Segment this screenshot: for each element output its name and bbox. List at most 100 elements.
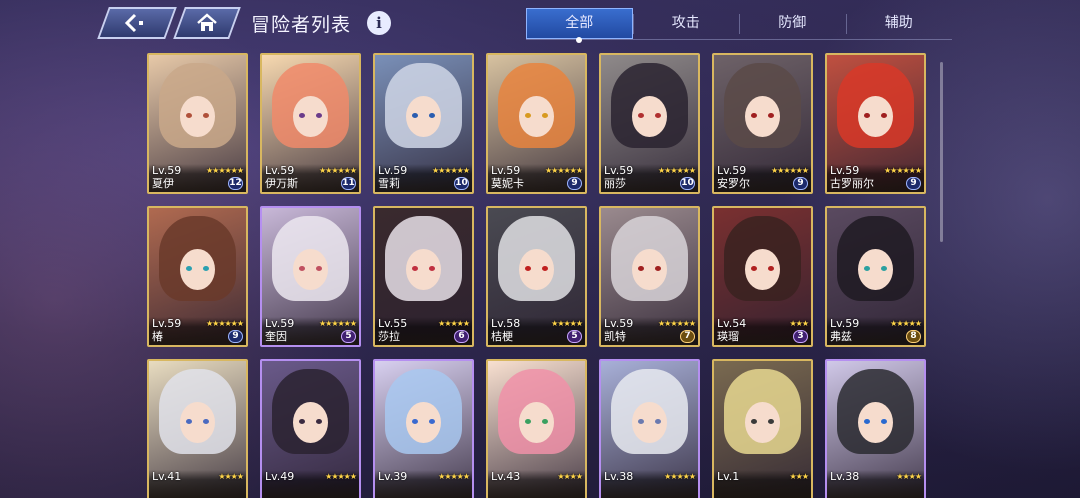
adventurer-card[interactable]: Lv.59 ★★★★★★ 古罗丽尔 9 bbox=[825, 53, 926, 194]
star-rating: ★★★★★★ bbox=[657, 319, 696, 328]
home-icon bbox=[197, 13, 217, 31]
portrait-eye bbox=[768, 418, 775, 424]
star-rating: ★★★★★★ bbox=[657, 166, 696, 175]
character-name: 椿 bbox=[152, 330, 163, 343]
portrait-eye bbox=[750, 265, 757, 271]
portrait-eye bbox=[750, 418, 757, 424]
info-icon[interactable]: i bbox=[367, 11, 392, 35]
portrait-eye bbox=[298, 418, 305, 424]
home-button[interactable] bbox=[173, 7, 241, 39]
star-rating: ★★★★ bbox=[557, 472, 583, 481]
tab-attack[interactable]: 攻击 bbox=[632, 8, 740, 39]
adventurer-card[interactable]: Lv.39 ★★★★★ bbox=[373, 359, 474, 498]
portrait-eye bbox=[316, 418, 323, 424]
character-name: 弗兹 bbox=[830, 330, 852, 343]
portrait-eye bbox=[203, 265, 210, 271]
adventurer-card[interactable]: Lv.43 ★★★★ bbox=[486, 359, 587, 498]
star-rating: ★★★★★★ bbox=[318, 319, 357, 328]
back-button[interactable] bbox=[97, 7, 177, 39]
star-rating: ★★★★★ bbox=[325, 472, 357, 481]
adventurer-card[interactable]: Lv.58 ★★★★★ 桔梗 5 bbox=[486, 206, 587, 347]
adventurer-card[interactable]: Lv.59 ★★★★★★ 丽莎 10 bbox=[599, 53, 700, 194]
tab-defense[interactable]: 防御 bbox=[739, 8, 846, 39]
rank-badge: 11 bbox=[341, 177, 356, 190]
adventurer-card[interactable]: Lv.59 ★★★★★ 弗兹 8 bbox=[825, 206, 926, 347]
adventurer-card[interactable]: Lv.38 ★★★★★ bbox=[599, 359, 700, 498]
rank-badge: 3 bbox=[793, 330, 808, 343]
portrait-eye bbox=[411, 112, 418, 118]
portrait-face bbox=[632, 96, 667, 138]
portrait-eye bbox=[203, 112, 210, 118]
adventurer-card[interactable]: Lv.41 ★★★★ bbox=[147, 359, 248, 498]
adventurer-card[interactable]: Lv.55 ★★★★★ 莎拉 6 bbox=[373, 206, 474, 347]
portrait-eye bbox=[185, 418, 192, 424]
portrait-eye bbox=[881, 112, 888, 118]
star-rating: ★★★★★ bbox=[438, 472, 470, 481]
portrait-eye bbox=[542, 418, 549, 424]
star-rating: ★★★★ bbox=[896, 472, 922, 481]
tab-all[interactable]: 全部 bbox=[526, 8, 633, 43]
star-rating: ★★★★★ bbox=[890, 319, 922, 328]
portrait-eye bbox=[316, 265, 323, 271]
tab-support[interactable]: 辅助 bbox=[845, 8, 953, 39]
adventurer-card[interactable]: Lv.1 ★★★ bbox=[712, 359, 813, 498]
rank-badge: 5 bbox=[567, 330, 582, 343]
portrait-eye bbox=[655, 112, 662, 118]
portrait-eye bbox=[637, 418, 644, 424]
character-name: 桔梗 bbox=[491, 330, 513, 343]
star-rating: ★★★★★★ bbox=[544, 166, 583, 175]
adventurer-card[interactable]: Lv.59 ★★★★★★ 椿 9 bbox=[147, 206, 248, 347]
rank-badge: 10 bbox=[680, 177, 695, 190]
portrait-eye bbox=[524, 418, 531, 424]
level-label: Lv.38 bbox=[830, 470, 860, 483]
level-label: Lv.41 bbox=[152, 470, 182, 483]
star-rating: ★★★★★ bbox=[551, 319, 583, 328]
adventurer-card[interactable]: Lv.59 ★★★★★★ 奎因 5 bbox=[260, 206, 361, 347]
star-rating: ★★★★★★ bbox=[318, 166, 357, 175]
rank-badge: 5 bbox=[341, 330, 356, 343]
portrait-face bbox=[745, 249, 780, 291]
portrait-eye bbox=[768, 265, 775, 271]
adventurer-card[interactable]: Lv.59 ★★★★★★ 莫妮卡 9 bbox=[486, 53, 587, 194]
portrait-eye bbox=[542, 265, 549, 271]
star-rating: ★★★★★★ bbox=[770, 166, 809, 175]
portrait-eye bbox=[298, 265, 305, 271]
scrollbar[interactable] bbox=[940, 62, 943, 242]
adventurer-card[interactable]: Lv.59 ★★★★★★ 安罗尔 9 bbox=[712, 53, 813, 194]
adventurer-card[interactable]: Lv.54 ★★★ 瑛瑠 3 bbox=[712, 206, 813, 347]
adventurer-card[interactable]: Lv.38 ★★★★ bbox=[825, 359, 926, 498]
adventurer-card[interactable]: Lv.59 ★★★★★★ 雪莉 10 bbox=[373, 53, 474, 194]
portrait-face bbox=[519, 96, 554, 138]
star-rating: ★★★★★★ bbox=[883, 166, 922, 175]
portrait-eye bbox=[881, 418, 888, 424]
star-rating: ★★★★★ bbox=[438, 319, 470, 328]
portrait-eye bbox=[524, 265, 531, 271]
portrait-eye bbox=[316, 112, 323, 118]
portrait-eye bbox=[863, 112, 870, 118]
portrait-face bbox=[180, 249, 215, 291]
portrait-eye bbox=[411, 265, 418, 271]
back-arrow-icon bbox=[124, 13, 143, 33]
rank-badge: 10 bbox=[454, 177, 469, 190]
portrait-eye bbox=[185, 112, 192, 118]
rank-badge: 8 bbox=[906, 330, 921, 343]
level-label: Lv.1 bbox=[717, 470, 740, 483]
adventurer-card[interactable]: Lv.59 ★★★★★★ 凯特 7 bbox=[599, 206, 700, 347]
star-rating: ★★★ bbox=[789, 472, 808, 481]
portrait-eye bbox=[203, 418, 210, 424]
portrait-eye bbox=[411, 418, 418, 424]
adventurer-card[interactable]: Lv.59 ★★★★★★ 伊万斯 11 bbox=[260, 53, 361, 194]
rank-badge: 9 bbox=[793, 177, 808, 190]
level-label: Lv.43 bbox=[491, 470, 521, 483]
character-name: 凯特 bbox=[604, 330, 626, 343]
page-title: 冒险者列表 bbox=[251, 13, 352, 36]
adventurer-card[interactable]: Lv.59 ★★★★★★ 夏伊 12 bbox=[147, 53, 248, 194]
portrait-eye bbox=[768, 112, 775, 118]
rank-badge: 7 bbox=[680, 330, 695, 343]
character-name: 雪莉 bbox=[378, 177, 400, 190]
rank-badge: 6 bbox=[454, 330, 469, 343]
portrait-face bbox=[406, 96, 441, 138]
header: 冒险者列表 i bbox=[97, 6, 392, 40]
adventurer-card[interactable]: Lv.49 ★★★★★ bbox=[260, 359, 361, 498]
portrait-face bbox=[293, 249, 328, 291]
